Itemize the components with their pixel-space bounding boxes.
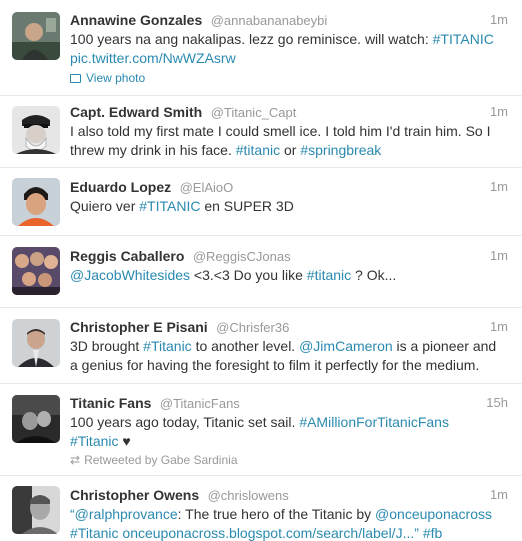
avatar[interactable] bbox=[12, 178, 60, 226]
tweet-author-handle[interactable]: @ReggisCJonas bbox=[193, 249, 291, 264]
mention-link[interactable]: @JimCameron bbox=[299, 338, 393, 354]
avatar[interactable] bbox=[12, 106, 60, 154]
tweet-item[interactable]: Reggis Caballero @ReggisCJonas 1m @Jacob… bbox=[0, 236, 522, 308]
hashtag-link[interactable]: #TITANIC bbox=[139, 198, 200, 214]
tweet-author-name[interactable]: Reggis Caballero bbox=[70, 248, 184, 264]
tweet-item[interactable]: Capt. Edward Smith @Titanic_Capt 1m I al… bbox=[0, 96, 522, 168]
tweet-timestamp[interactable]: 1m bbox=[490, 178, 508, 196]
tweet-text: @JacobWhitesides <3.<3 Do you like #tita… bbox=[70, 266, 508, 284]
hashtag-link[interactable]: #TITANIC bbox=[433, 31, 494, 47]
tweet-timeline: Annawine Gonzales @annabananabeybi 1m 10… bbox=[0, 0, 522, 541]
retweet-icon: ⇄ bbox=[70, 453, 81, 467]
tweet-author-handle[interactable]: @Titanic_Capt bbox=[211, 105, 297, 120]
tweet-text-segment: ? Ok... bbox=[351, 267, 397, 283]
avatar[interactable] bbox=[12, 395, 60, 443]
avatar[interactable] bbox=[12, 486, 60, 534]
tweet-timestamp[interactable]: 1m bbox=[490, 11, 508, 29]
tweet-author-handle[interactable]: @chrislowens bbox=[208, 488, 289, 503]
avatar[interactable] bbox=[12, 319, 60, 367]
tweet-timestamp[interactable]: 1m bbox=[490, 318, 508, 336]
mention-link[interactable]: @onceuponacross bbox=[375, 506, 492, 522]
tweet-text-line: #Titanic onceuponacross.blogspot.com/sea… bbox=[70, 524, 508, 541]
tweet-author-name[interactable]: Capt. Edward Smith bbox=[70, 104, 202, 120]
view-photo-button[interactable]: View photo bbox=[70, 71, 508, 86]
retweeted-by-label: Retweeted by Gabe Sardinia bbox=[84, 453, 238, 467]
tweet-author-name[interactable]: Eduardo Lopez bbox=[70, 179, 171, 195]
tweet-item[interactable]: Christopher E Pisani @Chrisfer36 1m 3D b… bbox=[0, 308, 522, 384]
tweet-text-line: #Titanic ♥ bbox=[70, 432, 508, 450]
hashtag-link[interactable]: #titanic bbox=[236, 142, 280, 158]
mention-link[interactable]: @JacobWhitesides bbox=[70, 267, 190, 283]
tweet-text-line: threw my drink in his face. #titanic or … bbox=[70, 141, 508, 159]
tweet-text-segment: is a pioneer and bbox=[392, 338, 497, 354]
tweet-text-segment: 100 years na ang nakalipas. lezz go remi… bbox=[70, 31, 433, 47]
tweet-text-segment: ” bbox=[414, 525, 423, 541]
tweet-item[interactable]: Eduardo Lopez @ElAioO 1m Quiero ver #TIT… bbox=[0, 168, 522, 236]
tweet-timestamp[interactable]: 1m bbox=[490, 247, 508, 265]
hashtag-link[interactable]: #springbreak bbox=[300, 142, 381, 158]
tweet-text-segment: <3.<3 Do you like bbox=[190, 267, 307, 283]
view-photo-label: View photo bbox=[86, 71, 146, 85]
photo-link[interactable]: pic.twitter.com/NwWZAsrw bbox=[70, 50, 236, 66]
hashtag-link[interactable]: #titanic bbox=[307, 267, 351, 283]
avatar[interactable] bbox=[12, 12, 60, 60]
tweet-author-handle[interactable]: @TitanicFans bbox=[160, 396, 240, 411]
tweet-item[interactable]: Annawine Gonzales @annabananabeybi 1m 10… bbox=[0, 0, 522, 96]
photo-icon bbox=[70, 74, 81, 83]
tweet-text: 3D brought #Titanic to another level. @J… bbox=[70, 337, 508, 355]
tweet-text: “@ralphprovance: The true hero of the Ti… bbox=[70, 505, 508, 523]
tweet-text-segment: or bbox=[280, 142, 301, 158]
tweet-text-segment: Quiero ver bbox=[70, 198, 140, 214]
retweet-context[interactable]: ⇄ Retweeted by Gabe Sardinia bbox=[70, 453, 508, 468]
hashtag-link[interactable]: #Titanic bbox=[70, 525, 119, 541]
tweet-text-line: pic.twitter.com/NwWZAsrw bbox=[70, 49, 508, 67]
tweet-author-handle[interactable]: @Chrisfer36 bbox=[216, 320, 289, 335]
tweet-text-segment: en SUPER 3D bbox=[200, 198, 294, 214]
tweet-timestamp[interactable]: 15h bbox=[486, 394, 508, 412]
tweet-text: Quiero ver #TITANIC en SUPER 3D bbox=[70, 197, 508, 215]
tweet-text: 100 years ago today, Titanic set sail. #… bbox=[70, 413, 508, 431]
mention-link[interactable]: @ralphprovance bbox=[75, 506, 178, 522]
tweet-item[interactable]: Christopher Owens @chrislowens 1m “@ralp… bbox=[0, 476, 522, 541]
tweet-text: I also told my first mate I could smell … bbox=[70, 123, 491, 139]
tweet-text-segment: 100 years ago today, Titanic set sail. bbox=[70, 414, 300, 430]
tweet-author-handle[interactable]: @annabananabeybi bbox=[211, 13, 328, 28]
tweet-author-handle[interactable]: @ElAioO bbox=[180, 180, 234, 195]
tweet-text-line: a genius for having the foresight to fil… bbox=[70, 357, 480, 373]
hashtag-link[interactable]: #Titanic bbox=[70, 433, 119, 449]
avatar[interactable] bbox=[12, 247, 60, 295]
hashtag-link[interactable]: #Titanic bbox=[143, 338, 192, 354]
url-link[interactable]: onceuponacross.blogspot.com/search/label… bbox=[122, 525, 414, 541]
hashtag-link[interactable]: #fb bbox=[423, 525, 442, 541]
heart-glyph: ♥ bbox=[118, 433, 131, 449]
hashtag-link[interactable]: #AMillionForTitanicFans bbox=[299, 414, 449, 430]
tweet-text-segment: : The true hero of the Titanic by bbox=[177, 506, 376, 522]
tweet-timestamp[interactable]: 1m bbox=[490, 103, 508, 121]
tweet-author-name[interactable]: Annawine Gonzales bbox=[70, 12, 202, 28]
tweet-author-name[interactable]: Titanic Fans bbox=[70, 395, 151, 411]
tweet-text: 100 years na ang nakalipas. lezz go remi… bbox=[70, 30, 508, 48]
tweet-timestamp[interactable]: 1m bbox=[490, 486, 508, 504]
tweet-text-segment: threw my drink in his face. bbox=[70, 142, 236, 158]
tweet-author-name[interactable]: Christopher Owens bbox=[70, 487, 199, 503]
tweet-text-segment: 3D brought bbox=[70, 338, 144, 354]
tweet-author-name[interactable]: Christopher E Pisani bbox=[70, 319, 208, 335]
tweet-item[interactable]: Titanic Fans @TitanicFans 15h 100 years … bbox=[0, 384, 522, 476]
tweet-text-segment: to another level. bbox=[191, 338, 300, 354]
